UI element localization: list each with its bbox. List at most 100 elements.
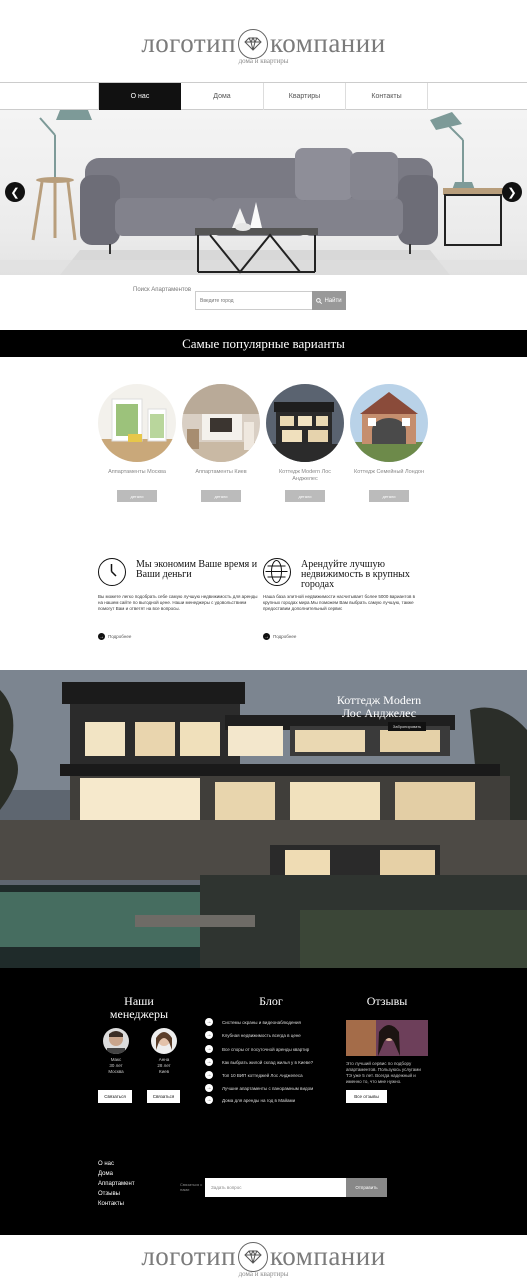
- avatar: [151, 1028, 177, 1054]
- nav-item-houses[interactable]: Дома: [181, 83, 264, 110]
- blog-link[interactable]: → Как выбрать жилой склад жилья у в Киеве…: [205, 1058, 313, 1066]
- review-text: Это лучший сервис по подбору апартаменто…: [346, 1061, 421, 1084]
- footer-link-reviews[interactable]: Отзывы: [98, 1191, 120, 1197]
- blog-link[interactable]: → Системы охраны и видеонаблюдения: [205, 1018, 301, 1026]
- review-photo: [346, 1020, 428, 1056]
- featured-property-banner: Коттедж Modern Лос Анджелес Забронироват…: [0, 670, 527, 968]
- search-label: Поиск Апартаментов: [133, 287, 192, 293]
- property-name: Аппартаменты Москва: [108, 469, 166, 475]
- blog-link-label: Дома для аренды на год в Майами: [222, 1097, 296, 1103]
- property-details-button[interactable]: детали: [201, 490, 241, 502]
- blog-link[interactable]: → Дома для аренды на год в Майами: [205, 1096, 295, 1104]
- feature-text: Вы можете легко подобрать себе самую луч…: [98, 594, 258, 611]
- feature-text: Наша база элитной недвижимости насчитыва…: [263, 594, 415, 611]
- arrow-right-icon: →: [205, 1018, 213, 1026]
- feature-more-link[interactable]: → Подробнее: [98, 633, 131, 640]
- hero-image: [0, 110, 527, 275]
- manager-info: Анна 28 лет Киев: [146, 1057, 182, 1075]
- property-name: Коттедж Modern Лос Анджелес: [278, 469, 332, 482]
- blog-link-label: Системы охраны и видеонаблюдения: [222, 1019, 301, 1025]
- arrow-right-icon: →: [205, 1058, 213, 1066]
- arrow-right-icon: →: [205, 1096, 213, 1104]
- logo[interactable]: логотип компании дома и квартиры: [0, 28, 527, 65]
- feature-title: Мы экономим Ваше время и Ваши деньги: [136, 559, 258, 580]
- all-reviews-button[interactable]: Все отзывы: [346, 1090, 387, 1103]
- logo[interactable]: логотип компании дома и квартиры: [0, 1241, 527, 1278]
- header: логотип компании дома и квартиры: [0, 0, 527, 82]
- feature-more-label: Подробнее: [273, 634, 297, 639]
- featured-house-image: [0, 670, 527, 968]
- main-nav: О нас Дома Квартиры Контакты: [0, 82, 527, 110]
- blog-link[interactable]: → Лучшие апартаменты с панорамным видом: [205, 1084, 313, 1092]
- logo-word-2: компании: [270, 1241, 386, 1271]
- logo-word-1: логотип: [141, 1241, 237, 1271]
- nav-item-apartments[interactable]: Квартиры: [264, 83, 346, 110]
- manager-card: Анна 28 лет Киев: [146, 1028, 182, 1075]
- property-card: Коттедж Modern Лос Анджелес детали: [266, 384, 344, 502]
- search-input[interactable]: [195, 291, 313, 310]
- arrow-right-icon: →: [98, 633, 105, 640]
- arrow-right-icon: →: [205, 1045, 213, 1053]
- property-details-button[interactable]: детали: [369, 490, 409, 502]
- logo-subtitle: дома и квартиры: [238, 57, 289, 65]
- diamond-icon: [238, 28, 269, 59]
- property-image[interactable]: [350, 384, 428, 462]
- footer-link-apartments[interactable]: Аппартамент: [98, 1181, 135, 1187]
- property-name: Коттедж Семейный Лондон: [353, 469, 425, 475]
- featured-property-title: Коттедж Modern Лос Анджелес: [336, 693, 422, 720]
- property-image[interactable]: [182, 384, 260, 462]
- blog-link-label: Топ 10 ВИП коттеджей Лос Анджелеса: [222, 1072, 303, 1078]
- search-button[interactable]: Найти: [312, 291, 346, 310]
- arrow-right-icon: →: [205, 1031, 213, 1039]
- blog-link[interactable]: → Все споры от посуточной аренды квартир: [205, 1045, 309, 1053]
- question-input[interactable]: Задать вопрос: [205, 1178, 346, 1197]
- blog-link[interactable]: → Топ 10 ВИП коттеджей Лос Анджелеса: [205, 1071, 303, 1079]
- footer-logo-area: логотип компании дома и квартиры: [0, 1238, 527, 1280]
- slider-next-button[interactable]: ❯: [502, 182, 522, 202]
- feature-title: Арендуйте лучшую недвижимость в крупных …: [301, 559, 410, 590]
- contact-manager-button[interactable]: Связаться: [147, 1090, 180, 1103]
- hero-slider: ❮ ❯: [0, 110, 527, 275]
- nav-item-contacts[interactable]: Контакты: [346, 83, 428, 110]
- avatar: [103, 1028, 129, 1054]
- managers-title: Наши менеджеры: [109, 994, 169, 1021]
- manager-city: Киев: [158, 1069, 170, 1074]
- footer-link-about[interactable]: О нас: [98, 1161, 114, 1167]
- property-name: Аппартаменты Киев: [195, 469, 247, 475]
- property-details-button[interactable]: детали: [117, 490, 157, 502]
- clock-icon: [98, 558, 126, 586]
- property-image[interactable]: [98, 384, 176, 462]
- property-image[interactable]: [266, 384, 344, 462]
- manager-city: Москва: [108, 1069, 124, 1074]
- logo-subtitle: дома и квартиры: [238, 1270, 289, 1278]
- contact-manager-button[interactable]: Связаться: [98, 1090, 132, 1103]
- feature-more-link[interactable]: → Подробнее: [263, 633, 296, 640]
- blog-link-label: Как выбрать жилой склад жилья у в Киеве?: [222, 1059, 314, 1065]
- arrow-right-icon: →: [205, 1084, 213, 1092]
- arrow-right-icon: →: [263, 633, 270, 640]
- manager-card: Макс 30 лет Москва: [98, 1028, 134, 1075]
- logo-word-2: компании: [270, 28, 386, 58]
- footer: Наши менеджеры Макс 30 лет Москва Связат…: [0, 968, 527, 1235]
- blog-title: Блог: [259, 994, 283, 1008]
- globe-icon: [263, 558, 291, 586]
- popular-title: Самые популярные варианты: [0, 330, 527, 357]
- property-card: Аппартаменты Москва детали: [98, 384, 176, 502]
- search-icon: [316, 297, 323, 304]
- footer-link-houses[interactable]: Дома: [98, 1171, 113, 1177]
- feature-more-label: Подробнее: [108, 634, 132, 639]
- blog-link-label: Лучшие апартаменты с панорамным видом: [222, 1085, 314, 1091]
- property-details-button[interactable]: детали: [285, 490, 325, 502]
- search-button-label: Найти: [324, 297, 342, 304]
- property-card: Коттедж Семейный Лондон детали: [350, 384, 428, 502]
- blog-link[interactable]: → Клубная недвижимость всегда в цене: [205, 1031, 301, 1039]
- reviews-title: Отзывы: [366, 994, 408, 1008]
- contact-label: Связаться с нами: [180, 1182, 203, 1192]
- send-button[interactable]: Отправить: [346, 1178, 387, 1197]
- property-card: Аппартаменты Киев детали: [182, 384, 260, 502]
- manager-info: Макс 30 лет Москва: [98, 1057, 134, 1075]
- book-button[interactable]: Забронировать: [388, 722, 426, 731]
- nav-item-about[interactable]: О нас: [98, 83, 181, 110]
- slider-prev-button[interactable]: ❮: [5, 182, 25, 202]
- footer-link-contacts[interactable]: Контакты: [98, 1201, 124, 1207]
